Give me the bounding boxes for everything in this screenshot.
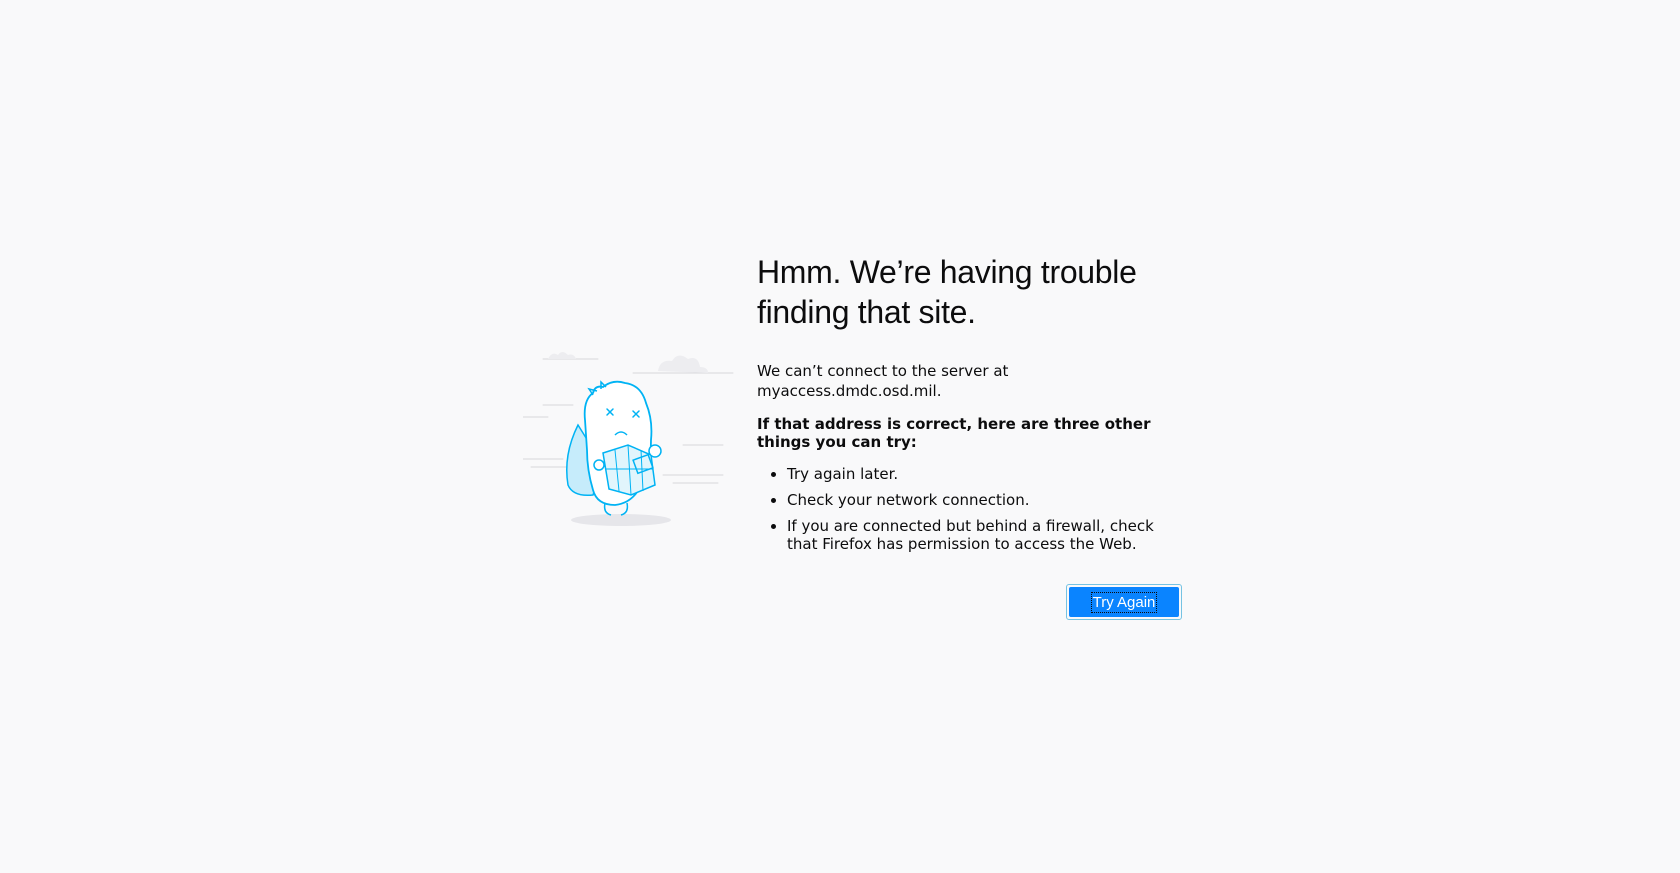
list-item: Check your network connection. (787, 491, 1183, 509)
try-again-button[interactable]: Try Again (1069, 587, 1179, 617)
page-title-line1: Hmm. We’re having trouble (757, 254, 1137, 290)
page-title: Hmm. We’re having trouble finding that s… (757, 252, 1183, 332)
list-item: If you are connected but behind a firewa… (787, 517, 1183, 553)
suggestions-heading: If that address is correct, here are thr… (757, 415, 1151, 451)
list-item: Try again later. (787, 465, 1183, 483)
error-description: We can’t connect to the server at myacce… (757, 362, 1009, 400)
suggestions-list: Try again later. Check your network conn… (757, 465, 1183, 553)
confused-monster-with-map-icon (522, 345, 738, 530)
try-again-label: Try Again (1090, 591, 1158, 613)
page-title-line2: finding that site. (757, 294, 976, 330)
try-again-focus-ring: Try Again (1066, 584, 1182, 620)
error-page: Hmm. We’re having trouble finding that s… (0, 0, 1680, 873)
error-content: Hmm. We’re having trouble finding that s… (757, 252, 1183, 561)
